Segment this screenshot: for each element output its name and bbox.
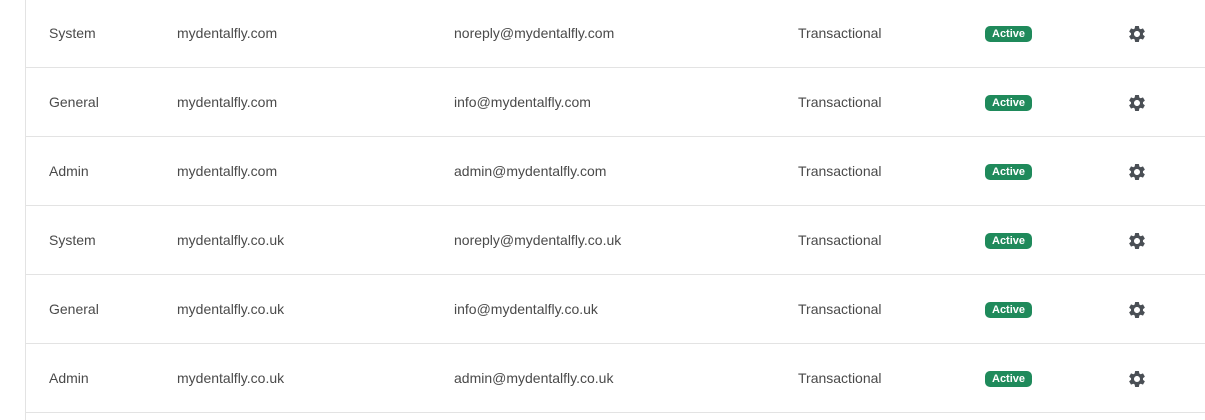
sender-table-panel: System mydentalfly.com noreply@mydentalf… xyxy=(0,0,1205,420)
status-badge: Active xyxy=(985,164,1033,181)
email-cell: noreply@mydentalfly.com xyxy=(454,25,615,41)
category-cell: Transactional xyxy=(798,301,882,317)
domain-cell: mydentalfly.co.uk xyxy=(177,301,285,317)
status-cell: Active xyxy=(985,137,1033,205)
status-badge: Active xyxy=(985,26,1033,43)
status-cell: Active xyxy=(985,0,1033,67)
sender-type-cell: Admin xyxy=(49,163,89,179)
status-badge: Active xyxy=(985,95,1033,112)
status-badge: Active xyxy=(985,302,1033,319)
email-cell: admin@mydentalfly.co.uk xyxy=(454,370,614,386)
sender-type-cell: Admin xyxy=(49,370,89,386)
settings-cell xyxy=(1127,0,1147,67)
email-cell: noreply@mydentalfly.co.uk xyxy=(454,232,622,248)
domain-cell: mydentalfly.com xyxy=(177,163,278,179)
sender-type-cell: System xyxy=(49,232,96,248)
sender-type-cell: System xyxy=(49,25,96,41)
table-row: System mydentalfly.co.uk noreply@mydenta… xyxy=(26,206,1205,275)
email-cell: info@mydentalfly.co.uk xyxy=(454,301,598,317)
settings-cell xyxy=(1127,344,1147,412)
sender-table: System mydentalfly.com noreply@mydentalf… xyxy=(26,0,1205,413)
category-cell: Transactional xyxy=(798,94,882,110)
status-cell: Active xyxy=(985,275,1033,343)
settings-cell xyxy=(1127,206,1147,274)
table-row: Admin mydentalfly.co.uk admin@mydentalfl… xyxy=(26,344,1205,413)
table-row: System mydentalfly.com noreply@mydentalf… xyxy=(26,0,1205,68)
gear-icon[interactable] xyxy=(1127,369,1147,389)
status-cell: Active xyxy=(985,344,1033,412)
gear-icon[interactable] xyxy=(1127,93,1147,113)
category-cell: Transactional xyxy=(798,370,882,386)
domain-cell: mydentalfly.co.uk xyxy=(177,370,285,386)
gear-icon[interactable] xyxy=(1127,24,1147,44)
gear-icon[interactable] xyxy=(1127,300,1147,320)
domain-cell: mydentalfly.com xyxy=(177,25,278,41)
status-badge: Active xyxy=(985,371,1033,388)
table-row: General mydentalfly.com info@mydentalfly… xyxy=(26,68,1205,137)
email-cell: admin@mydentalfly.com xyxy=(454,163,607,179)
email-cell: info@mydentalfly.com xyxy=(454,94,591,110)
domain-cell: mydentalfly.co.uk xyxy=(177,232,285,248)
status-badge: Active xyxy=(985,233,1033,250)
status-cell: Active xyxy=(985,68,1033,136)
category-cell: Transactional xyxy=(798,163,882,179)
category-cell: Transactional xyxy=(798,25,882,41)
table-row: Admin mydentalfly.com admin@mydentalfly.… xyxy=(26,137,1205,206)
settings-cell xyxy=(1127,137,1147,205)
category-cell: Transactional xyxy=(798,232,882,248)
table-row: General mydentalfly.co.uk info@mydentalf… xyxy=(26,275,1205,344)
gear-icon[interactable] xyxy=(1127,231,1147,251)
gear-icon[interactable] xyxy=(1127,162,1147,182)
status-cell: Active xyxy=(985,206,1033,274)
settings-cell xyxy=(1127,275,1147,343)
sender-type-cell: General xyxy=(49,94,99,110)
sender-type-cell: General xyxy=(49,301,99,317)
settings-cell xyxy=(1127,68,1147,136)
domain-cell: mydentalfly.com xyxy=(177,94,278,110)
